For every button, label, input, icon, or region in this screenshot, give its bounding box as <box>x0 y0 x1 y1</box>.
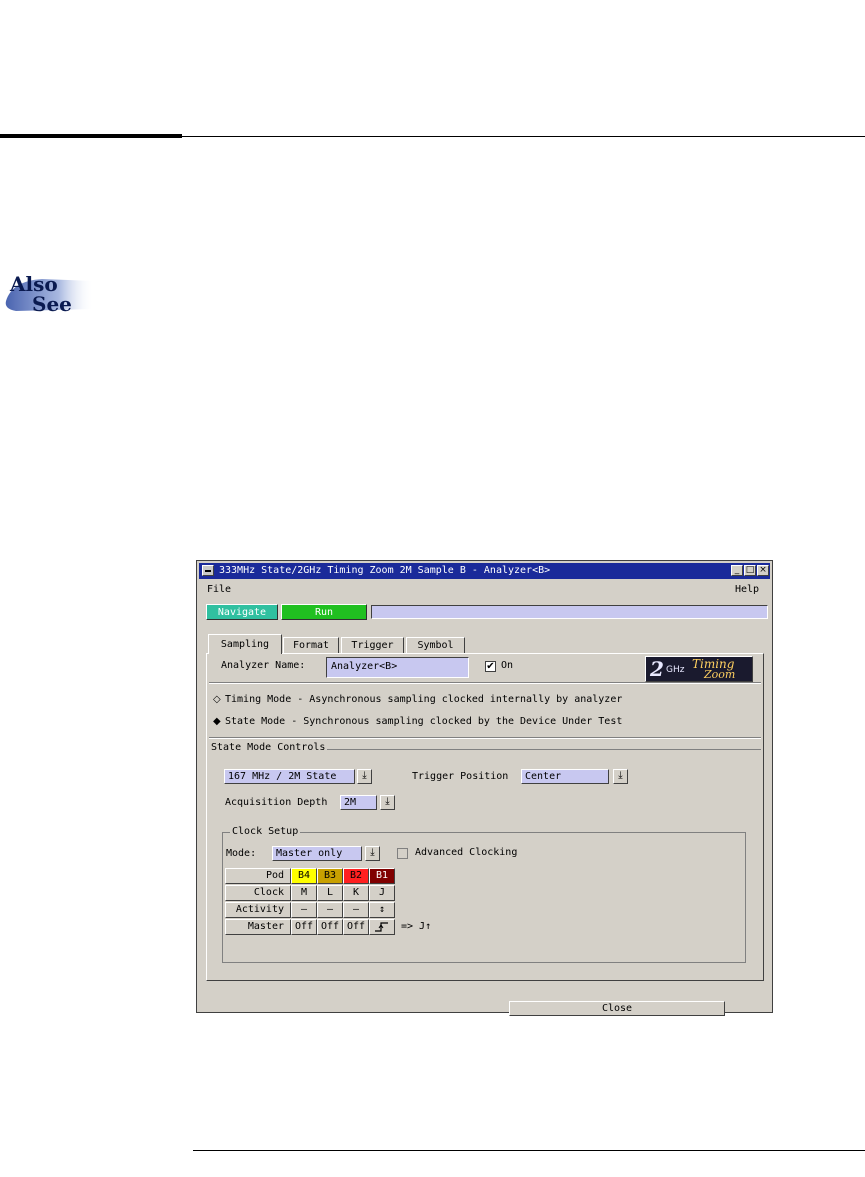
activity-cell: ↕ <box>369 902 395 918</box>
maximize-button[interactable]: □ <box>744 565 756 576</box>
pod-b4: B4 <box>291 868 317 884</box>
row-label-clock: Clock <box>225 885 291 901</box>
pod-b3: B3 <box>317 868 343 884</box>
on-checkbox[interactable]: ✔ <box>485 661 496 672</box>
tab-symbol[interactable]: Symbol <box>406 637 465 653</box>
window-menu-icon[interactable] <box>202 565 214 576</box>
status-field <box>371 605 768 619</box>
separator <box>209 737 761 739</box>
title-bar[interactable]: 333MHz State/2GHz Timing Zoom 2M Sample … <box>199 563 770 579</box>
master-off-button[interactable]: Off <box>317 919 343 935</box>
trigger-position-select[interactable]: Center <box>521 769 609 784</box>
timing-zoom-logo: 2 GHz Timing Zoom <box>645 656 753 682</box>
sampling-panel: Analyzer Name: Analyzer<B> ✔ On 2 GHz Ti… <box>206 653 764 981</box>
advanced-clocking-checkbox[interactable] <box>397 848 408 859</box>
state-mode-radio[interactable]: ◆ <box>213 717 221 727</box>
master-result: => J↑ <box>401 921 432 932</box>
analyzer-name-input[interactable]: Analyzer<B> <box>326 657 469 678</box>
row-label-activity: Activity <box>225 902 291 918</box>
advanced-clocking-label: Advanced Clocking <box>415 847 518 858</box>
clock-cell: L <box>317 885 343 901</box>
see-text: See <box>32 292 72 316</box>
clock-setup-title: Clock Setup <box>230 826 301 837</box>
tab-format[interactable]: Format <box>283 637 339 653</box>
state-speed-select[interactable]: 167 MHz / 2M State <box>224 769 355 784</box>
acquisition-depth-dropdown-icon[interactable]: ⤓ <box>380 795 395 810</box>
row-label-pod: Pod <box>225 868 291 884</box>
header-rule <box>182 136 865 137</box>
close-button[interactable]: Close <box>509 1001 725 1016</box>
clock-mode-dropdown-icon[interactable]: ⤓ <box>365 846 380 861</box>
run-button[interactable]: Run <box>281 604 367 620</box>
pod-b1: B1 <box>369 868 395 884</box>
menu-help[interactable]: Help <box>735 580 759 600</box>
nav-bar: Navigate Run <box>199 603 770 621</box>
activity-cell: – <box>291 902 317 918</box>
acquisition-depth-select[interactable]: 2M <box>340 795 377 810</box>
timing-mode-label: Timing Mode - Asynchronous sampling cloc… <box>225 694 623 705</box>
clock-cell: J <box>369 885 395 901</box>
menu-file[interactable]: File <box>207 580 231 600</box>
on-label: On <box>501 660 514 671</box>
master-off-button[interactable]: Off <box>291 919 317 935</box>
menu-bar: File Help <box>199 580 770 600</box>
separator <box>209 682 761 684</box>
window-title: 333MHz State/2GHz Timing Zoom 2M Sample … <box>219 565 551 576</box>
trigger-position-label: Trigger Position <box>412 771 509 782</box>
mode-label: Mode: <box>226 848 257 859</box>
analyzer-name-label: Analyzer Name: <box>221 660 306 671</box>
also-see-icon: Also See <box>2 263 94 321</box>
timing-mode-radio[interactable]: ◇ <box>213 695 221 705</box>
navigate-button[interactable]: Navigate <box>206 604 278 620</box>
activity-cell: – <box>317 902 343 918</box>
rising-edge-icon <box>375 922 388 932</box>
state-speed-dropdown-icon[interactable]: ⤓ <box>357 769 372 784</box>
state-mode-label: State Mode - Synchronous sampling clocke… <box>225 716 623 727</box>
clock-cell: K <box>343 885 369 901</box>
clock-cell: M <box>291 885 317 901</box>
master-edge-button[interactable] <box>369 919 395 935</box>
analyzer-window: 333MHz State/2GHz Timing Zoom 2M Sample … <box>196 560 773 1016</box>
header-rule-thick <box>0 134 182 138</box>
footer-rule <box>193 1150 865 1151</box>
clock-mode-select[interactable]: Master only <box>272 846 362 861</box>
state-mode-controls-title: State Mode Controls <box>209 742 328 753</box>
master-off-button[interactable]: Off <box>343 919 369 935</box>
pod-b2: B2 <box>343 868 369 884</box>
tab-trigger[interactable]: Trigger <box>341 637 404 653</box>
acquisition-depth-label: Acquisition Depth <box>225 797 328 808</box>
tab-sampling[interactable]: Sampling <box>208 634 282 654</box>
close-window-button[interactable]: × <box>757 565 769 576</box>
row-label-master: Master <box>225 919 291 935</box>
trigger-position-dropdown-icon[interactable]: ⤓ <box>613 769 628 784</box>
activity-cell: – <box>343 902 369 918</box>
minimize-button[interactable]: _ <box>731 565 743 576</box>
